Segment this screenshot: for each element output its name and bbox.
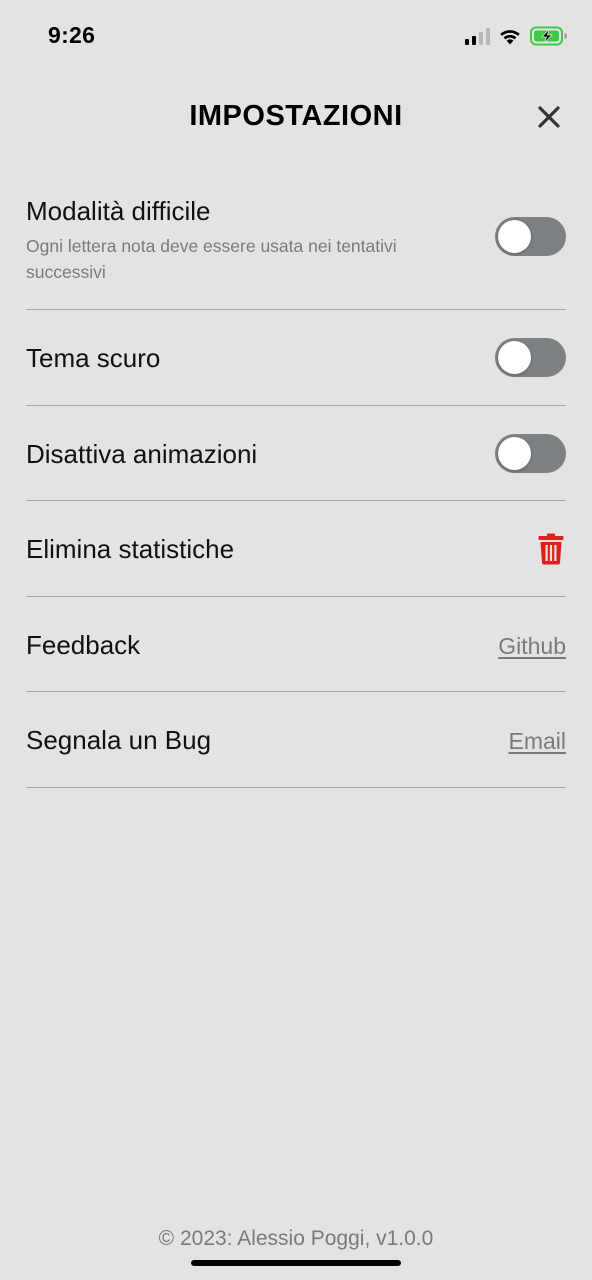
- status-bar: 9:26: [0, 0, 592, 72]
- setting-feedback: Feedback Github: [26, 597, 566, 692]
- battery-charging-icon: [530, 26, 568, 46]
- toggle-knob: [498, 436, 531, 470]
- setting-hard-mode: Modalità difficile Ogni lettera nota dev…: [26, 170, 566, 310]
- status-time: 9:26: [48, 22, 96, 48]
- settings-list: Modalità difficile Ogni lettera nota dev…: [26, 170, 566, 788]
- hard-mode-description: Ogni lettera nota deve essere usata nei …: [26, 236, 397, 282]
- dark-theme-label: Tema scuro: [26, 343, 161, 373]
- trash-icon[interactable]: [538, 533, 564, 565]
- setting-report-bug: Segnala un Bug Email: [26, 692, 566, 788]
- page-title: IMPOSTAZIONI: [189, 100, 403, 132]
- hard-mode-toggle[interactable]: [495, 217, 566, 256]
- dark-theme-toggle[interactable]: [495, 338, 566, 377]
- status-icons: [465, 25, 568, 47]
- email-link[interactable]: Email: [508, 728, 566, 755]
- setting-delete-stats: Elimina statistiche: [26, 501, 566, 597]
- toggle-knob: [498, 220, 531, 253]
- hard-mode-label: Modalità difficile: [26, 196, 211, 226]
- setting-dark-theme: Tema scuro: [26, 310, 566, 406]
- settings-screen: 9:26 IMPOSTAZIONI Modalità difficile Ogn…: [0, 0, 592, 1280]
- setting-disable-animations: Disattiva animazioni: [26, 406, 566, 501]
- home-indicator: [191, 1260, 401, 1266]
- wifi-icon: [498, 27, 522, 45]
- close-icon[interactable]: [536, 104, 562, 130]
- feedback-label: Feedback: [26, 629, 141, 660]
- disable-animations-toggle[interactable]: [495, 433, 566, 473]
- github-link[interactable]: Github: [498, 633, 566, 660]
- signal-icon: [465, 27, 490, 45]
- report-bug-label: Segnala un Bug: [26, 725, 212, 755]
- header: IMPOSTAZIONI: [0, 92, 592, 142]
- footer-copyright: © 2023: Alessio Poggi, v1.0.0: [158, 1227, 434, 1250]
- toggle-knob: [498, 341, 531, 374]
- delete-stats-label: Elimina statistiche: [26, 534, 235, 564]
- disable-animations-label: Disattiva animazioni: [26, 438, 258, 469]
